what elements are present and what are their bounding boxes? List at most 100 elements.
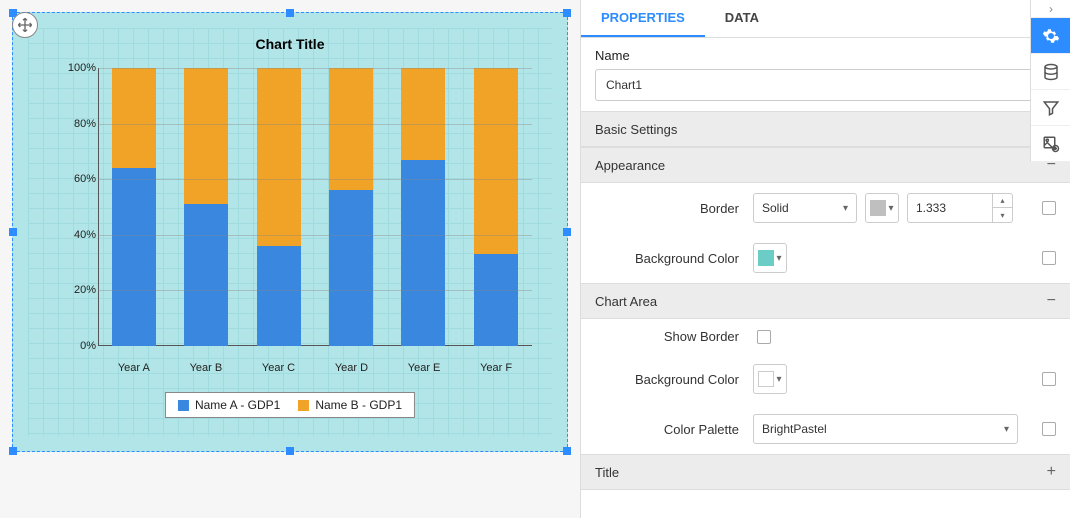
section-appearance[interactable]: Appearance − [581, 147, 1070, 183]
tool-image-settings-icon[interactable] [1031, 126, 1070, 162]
tool-properties-gear-icon[interactable] [1031, 18, 1070, 54]
x-label: Year A [118, 362, 150, 374]
border-row: Border Solid ▾ ▾ 1.333 ▴ ▾ [581, 183, 1070, 233]
bar-series-a [474, 254, 518, 346]
background-row: Background Color ▾ [581, 233, 1070, 283]
section-title-header[interactable]: Title + [581, 454, 1070, 490]
section-chart-area[interactable]: Chart Area − [581, 283, 1070, 319]
bar-series-b [184, 68, 228, 204]
move-handle-icon[interactable] [12, 12, 38, 38]
tab-bar: PROPERTIES DATA [581, 0, 1070, 38]
color-palette-row: Color Palette BrightPastel ▾ [581, 404, 1070, 454]
tool-filter-icon[interactable] [1031, 90, 1070, 126]
properties-panel: PROPERTIES DATA Name Basic Settings + Ap… [580, 0, 1070, 518]
show-border-label: Show Border [595, 329, 745, 344]
bar-group [184, 68, 228, 346]
bar-series-b [257, 68, 301, 246]
minus-icon: − [1047, 292, 1056, 310]
background-expression-checkbox[interactable] [1042, 251, 1056, 265]
y-axis [56, 68, 96, 346]
chart-title: Chart Title [28, 28, 552, 52]
border-label: Border [595, 201, 745, 216]
section-title: Basic Settings [595, 122, 677, 137]
color-palette-select[interactable]: BrightPastel ▾ [753, 414, 1018, 444]
y-tick: 80% [56, 118, 96, 130]
section-title: Title [595, 465, 619, 480]
bar-series-b [329, 68, 373, 190]
chartarea-background-expression-checkbox[interactable] [1042, 372, 1056, 386]
palette-expression-checkbox[interactable] [1042, 422, 1056, 436]
chevron-down-icon: ▾ [1004, 424, 1009, 435]
gridline [98, 68, 532, 69]
bar-series-a [184, 204, 228, 346]
chartarea-background-row: Background Color ▾ [581, 354, 1070, 404]
collapse-chevron-icon[interactable]: › [1031, 0, 1070, 18]
tab-properties[interactable]: PROPERTIES [581, 0, 705, 37]
resize-handle[interactable] [563, 447, 571, 455]
show-border-row: Show Border [581, 319, 1070, 354]
y-tick: 0% [56, 340, 96, 352]
legend-label: Name A - GDP1 [195, 398, 280, 412]
y-tick: 40% [56, 229, 96, 241]
canvas-area[interactable]: Chart Title Year AYear BYear CYear DYear… [0, 0, 580, 518]
gridline [98, 179, 532, 180]
chart-box: Chart Title Year AYear BYear CYear DYear… [28, 28, 552, 436]
y-tick: 100% [56, 62, 96, 74]
color-palette-label: Color Palette [595, 422, 745, 437]
chevron-down-icon: ▾ [776, 253, 781, 264]
chartarea-background-picker[interactable]: ▾ [753, 364, 787, 394]
resize-handle[interactable] [286, 9, 294, 17]
chartarea-background-label: Background Color [595, 372, 745, 387]
resize-handle[interactable] [563, 228, 571, 236]
legend-label: Name B - GDP1 [315, 398, 402, 412]
chevron-down-icon: ▾ [776, 374, 781, 385]
bar-series-b [112, 68, 156, 168]
legend-item: Name A - GDP1 [178, 398, 280, 412]
background-color-picker[interactable]: ▾ [753, 243, 787, 273]
border-expression-checkbox[interactable] [1042, 201, 1056, 215]
resize-handle[interactable] [286, 447, 294, 455]
bar-group [401, 68, 445, 346]
bar-series-a [329, 190, 373, 346]
x-label: Year E [408, 362, 441, 374]
bar-series-b [474, 68, 518, 254]
x-label: Year B [190, 362, 223, 374]
stepper-up-icon[interactable]: ▴ [993, 194, 1012, 208]
stepper-down-icon[interactable]: ▾ [993, 208, 1012, 222]
show-border-checkbox[interactable] [757, 330, 771, 344]
plot-area [98, 68, 532, 346]
bar-series-a [112, 168, 156, 346]
border-width-value[interactable]: 1.333 [907, 193, 993, 223]
name-input[interactable] [595, 69, 1056, 101]
section-title: Chart Area [595, 294, 657, 309]
y-tick: 20% [56, 284, 96, 296]
bar-series-b [401, 68, 445, 160]
resize-handle[interactable] [9, 447, 17, 455]
resize-handle[interactable] [563, 9, 571, 17]
bar-group [257, 68, 301, 346]
legend-item: Name B - GDP1 [298, 398, 402, 412]
gridline [98, 290, 532, 291]
background-label: Background Color [595, 251, 745, 266]
border-style-select[interactable]: Solid ▾ [753, 193, 857, 223]
resize-handle[interactable] [9, 228, 17, 236]
bar-series-a [257, 246, 301, 346]
section-basic-settings[interactable]: Basic Settings + [581, 111, 1070, 147]
chart-selection[interactable]: Chart Title Year AYear BYear CYear DYear… [12, 12, 568, 452]
right-tool-strip: › [1030, 0, 1070, 162]
legend-swatch-a [178, 400, 189, 411]
chevron-down-icon: ▾ [888, 203, 893, 214]
bar-series-a [401, 160, 445, 346]
tool-data-icon[interactable] [1031, 54, 1070, 90]
gridline [98, 235, 532, 236]
name-label: Name [581, 38, 1070, 69]
y-tick: 60% [56, 173, 96, 185]
chevron-down-icon: ▾ [843, 203, 848, 214]
tab-data[interactable]: DATA [705, 0, 779, 37]
border-color-picker[interactable]: ▾ [865, 193, 899, 223]
border-width-stepper[interactable]: 1.333 ▴ ▾ [907, 193, 1013, 223]
plus-icon: + [1047, 463, 1056, 481]
legend: Name A - GDP1 Name B - GDP1 [165, 392, 415, 418]
section-title: Appearance [595, 158, 665, 173]
bar-group [474, 68, 518, 346]
